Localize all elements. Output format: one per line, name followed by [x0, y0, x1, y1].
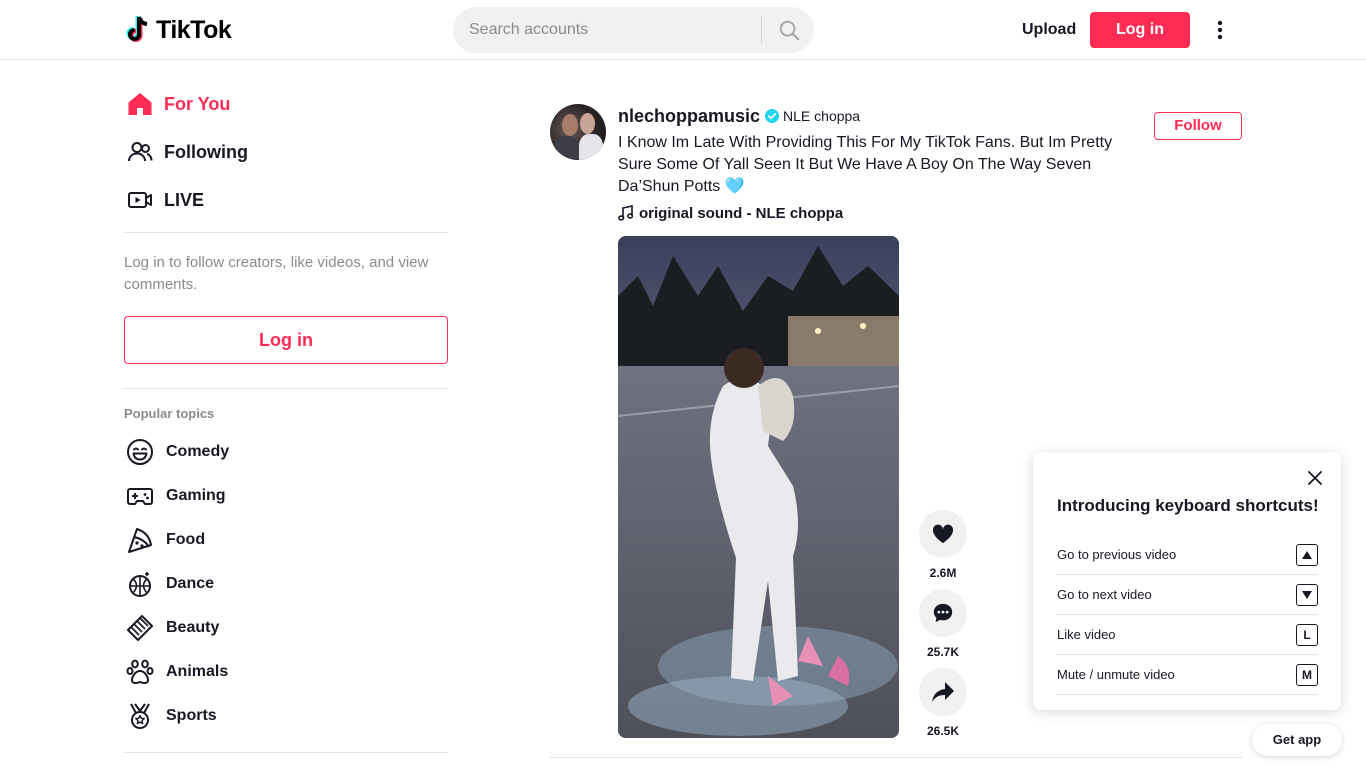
key-l: L [1296, 623, 1318, 646]
logo-text: TikTok [156, 15, 232, 44]
share-count: 26.5K [926, 724, 960, 738]
login-hint-text: Log in to follow creators, like videos, … [124, 254, 429, 293]
search-icon [779, 20, 800, 41]
disco-ball-icon [124, 568, 156, 600]
nav-label: Following [164, 141, 248, 162]
video-caption: I Know Im Late With Providing This For M… [618, 134, 1113, 195]
topic-label: Animals [166, 663, 229, 680]
comment-count: 25.7K [926, 645, 960, 659]
music-link[interactable]: original sound - NLE choppa [618, 203, 843, 223]
topic-label: Beauty [166, 619, 220, 636]
share-icon [932, 682, 954, 702]
topic-label: Comedy [166, 443, 230, 460]
video-player[interactable] [618, 236, 899, 738]
topic-beauty[interactable]: Beauty [124, 610, 448, 646]
keyboard-shortcuts-popup: Introducing keyboard shortcuts! Go to pr… [1033, 452, 1341, 710]
live-icon [124, 184, 156, 216]
verified-badge-icon [765, 109, 780, 123]
video-frame [618, 236, 899, 738]
shortcut-label: Go to next video [1057, 587, 1152, 602]
tiktok-note-icon [126, 16, 148, 42]
topic-label: Gaming [166, 487, 226, 504]
sidebar-login-button[interactable]: Log in [124, 316, 448, 364]
shortcut-row: Mute / unmute video M [1057, 655, 1318, 695]
sidebar-divider [124, 388, 448, 389]
arrow-down-key-icon [1296, 583, 1318, 606]
smile-icon [124, 436, 156, 468]
feed-divider [550, 757, 1242, 758]
topic-food[interactable]: Food [124, 522, 448, 558]
topic-dance[interactable]: Dance [124, 566, 448, 602]
music-title: original sound - NLE choppa [639, 204, 844, 222]
key-m: M [1296, 663, 1318, 686]
music-note-icon [618, 205, 633, 221]
author-username[interactable]: nlechoppamusic [618, 106, 760, 127]
sidebar-divider [124, 232, 448, 233]
nav-following[interactable]: Following [124, 132, 448, 172]
popup-title: Introducing keyboard shortcuts! [1057, 496, 1319, 515]
shortcut-label: Go to previous video [1057, 547, 1177, 562]
nav-for-you[interactable]: For You [124, 84, 448, 124]
search-bar [453, 7, 814, 53]
nav-label: For You [164, 93, 231, 114]
nav-label: LIVE [164, 189, 205, 210]
comment-button[interactable] [919, 589, 967, 637]
author-avatar[interactable] [550, 104, 606, 160]
upload-button[interactable]: Upload [1014, 12, 1084, 48]
paw-icon [124, 656, 156, 688]
topic-label: Food [166, 531, 206, 548]
search-button[interactable] [766, 7, 812, 53]
share-action: 26.5K [919, 668, 967, 738]
arrow-up-key-icon [1296, 543, 1318, 566]
shortcut-label: Mute / unmute video [1057, 667, 1175, 682]
medal-icon [124, 700, 156, 732]
author-nickname[interactable]: NLE choppa [783, 108, 860, 124]
like-count: 2.6M [929, 566, 957, 580]
topic-label: Dance [166, 575, 215, 592]
like-button[interactable] [919, 510, 967, 558]
tiktok-logo[interactable]: TikTok [126, 14, 232, 46]
sidebar: For You Following LIVE Log in to follow … [124, 60, 448, 768]
follow-button[interactable]: Follow [1154, 112, 1242, 140]
close-icon [1308, 471, 1322, 485]
topic-gaming[interactable]: Gaming [124, 478, 448, 514]
shortcut-row: Like video L [1057, 615, 1318, 655]
shortcut-row: Go to previous video [1057, 535, 1318, 575]
search-input[interactable] [469, 7, 749, 53]
share-button[interactable] [919, 668, 967, 716]
shortcut-row: Go to next video [1057, 575, 1318, 615]
search-divider [761, 16, 762, 44]
heart-icon [932, 524, 954, 544]
more-menu-button[interactable] [1206, 14, 1234, 46]
comment-icon [933, 603, 953, 623]
users-icon [124, 136, 156, 168]
nav-live[interactable]: LIVE [124, 180, 448, 220]
home-icon [124, 88, 156, 120]
topic-comedy[interactable]: Comedy [124, 434, 448, 470]
pizza-icon [124, 524, 156, 556]
top-header: TikTok Upload Log in [0, 0, 1366, 60]
shortcut-label: Like video [1057, 627, 1116, 642]
comb-icon [124, 612, 156, 644]
like-action: 2.6M [919, 510, 967, 580]
topic-animals[interactable]: Animals [124, 654, 448, 690]
popular-topics-title: Popular topics [124, 406, 215, 421]
get-app-button[interactable]: Get app [1252, 724, 1342, 756]
topic-sports[interactable]: Sports [124, 698, 448, 734]
comment-action: 25.7K [919, 589, 967, 659]
author-info: nlechoppamusic NLE choppa [618, 104, 860, 128]
sidebar-divider [124, 752, 448, 753]
close-popup-button[interactable] [1303, 466, 1327, 490]
gamepad-icon [124, 480, 156, 512]
more-vertical-icon [1217, 20, 1223, 40]
header-login-button[interactable]: Log in [1090, 12, 1190, 48]
topic-label: Sports [166, 707, 217, 724]
